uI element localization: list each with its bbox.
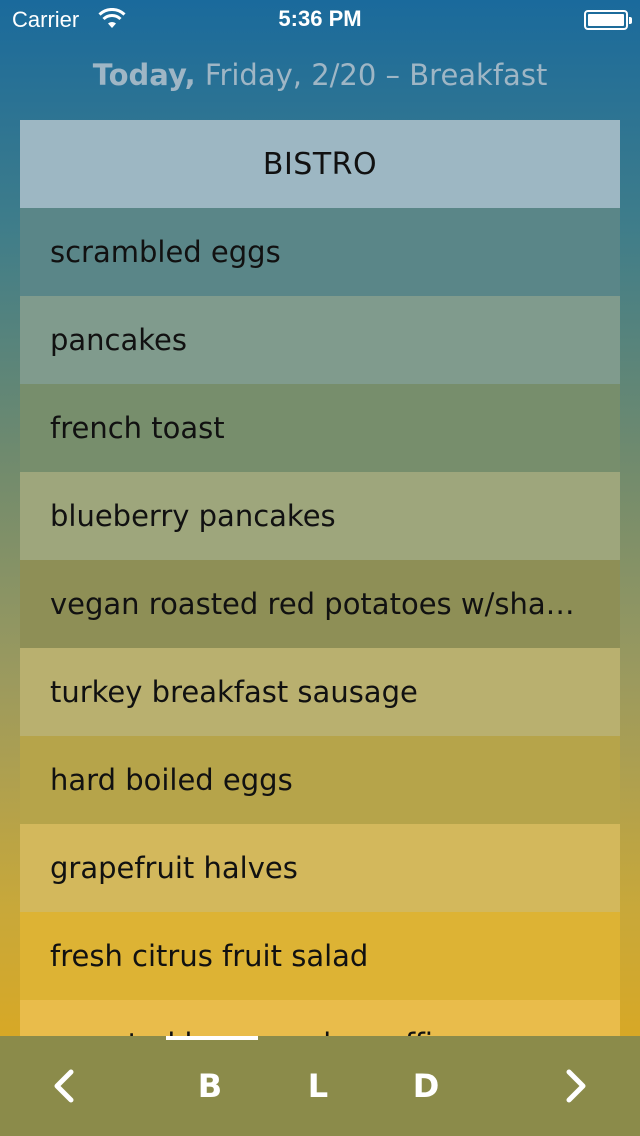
menu-item[interactable]: turkey breakfast sausage <box>20 648 620 736</box>
menu-item[interactable]: fresh citrus fruit salad <box>20 912 620 1000</box>
page-title: Today, Friday, 2/20 – Breakfast <box>0 58 640 92</box>
date-meal-label: Friday, 2/20 – Breakfast <box>204 58 548 92</box>
previous-day-button[interactable] <box>34 1036 94 1136</box>
status-bar: Carrier 5:36 PM <box>0 0 640 40</box>
menu-item[interactable]: scrambled eggs <box>20 208 620 296</box>
menu-item[interactable]: french toast <box>20 384 620 472</box>
menu-item[interactable]: vegan roasted red potatoes w/sha… <box>20 560 620 648</box>
breakfast-button[interactable]: B <box>180 1036 240 1136</box>
menu-item[interactable]: blueberry pancakes <box>20 472 620 560</box>
battery-icon <box>584 10 632 30</box>
today-label: Today, <box>92 58 196 92</box>
menu-item[interactable]: assorted homemade muffins <box>20 1000 620 1036</box>
clock: 5:36 PM <box>278 6 362 31</box>
chevron-right-icon <box>566 1069 586 1103</box>
meal-toolbar: B L D <box>0 1036 640 1136</box>
next-day-button[interactable] <box>546 1036 606 1136</box>
menu-item[interactable]: grapefruit halves <box>20 824 620 912</box>
lunch-button[interactable]: L <box>288 1036 348 1136</box>
menu-item[interactable]: pancakes <box>20 296 620 384</box>
menu-card[interactable]: BISTRO scrambled eggs pancakes french to… <box>20 120 620 1036</box>
dining-hall-title: BISTRO <box>20 120 620 208</box>
menu-item[interactable]: hard boiled eggs <box>20 736 620 824</box>
chevron-left-icon <box>54 1069 74 1103</box>
dinner-button[interactable]: D <box>396 1036 456 1136</box>
